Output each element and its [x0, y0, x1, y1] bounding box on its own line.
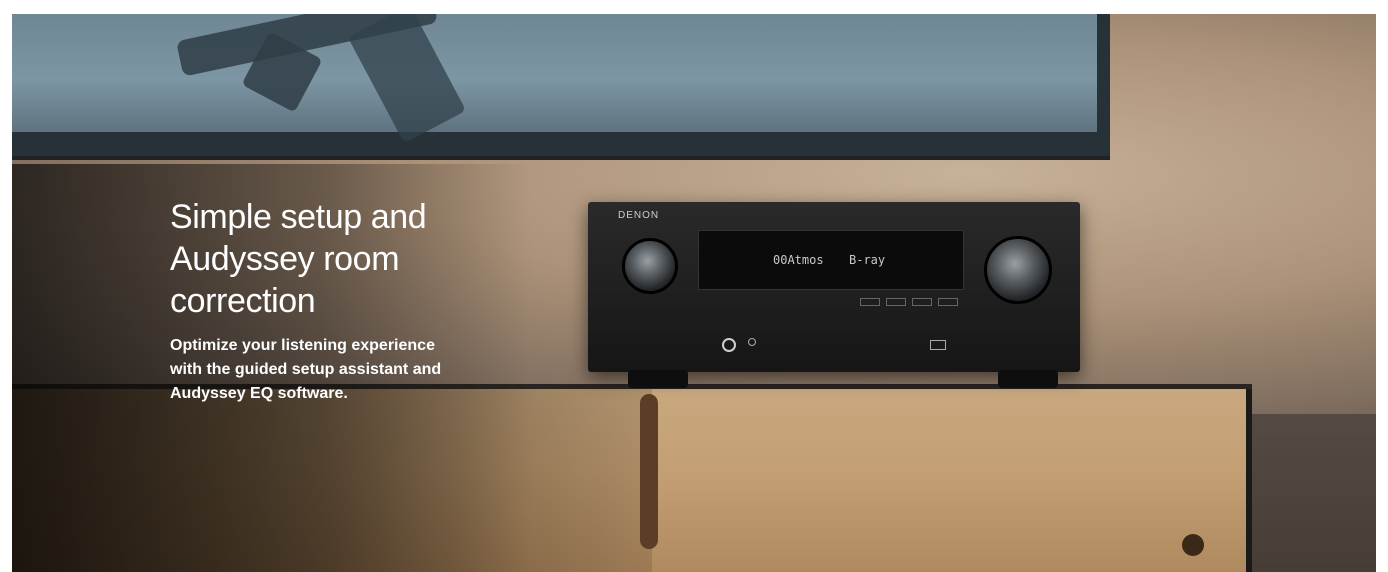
- button-row: [700, 298, 962, 308]
- tv-screen: [12, 14, 1097, 132]
- hero-image: DENON 00Atmos B-ray Simple setup and Aud…: [12, 14, 1376, 572]
- front-button: [886, 298, 906, 306]
- power-button-icon: [722, 338, 736, 352]
- cabinet-door-seam: [640, 394, 658, 549]
- front-button: [938, 298, 958, 306]
- receiver-foot: [998, 370, 1058, 388]
- av-receiver: DENON 00Atmos B-ray: [588, 202, 1080, 388]
- source-select-knob: [622, 238, 678, 294]
- display-text-format: 00Atmos: [773, 253, 824, 267]
- banner-headline: Simple setup and Audyssey room correctio…: [170, 198, 427, 320]
- receiver-display: 00Atmos B-ray: [698, 230, 964, 290]
- volume-knob: [984, 236, 1052, 304]
- setup-mic-jack-icon: [748, 338, 756, 346]
- usb-port-icon: [930, 340, 946, 350]
- front-button: [912, 298, 932, 306]
- receiver-brand: DENON: [618, 210, 660, 221]
- display-text-source: B-ray: [849, 253, 886, 267]
- receiver-foot: [628, 370, 688, 388]
- banner-body-text: Optimize your listening experience with …: [170, 337, 442, 402]
- front-button: [860, 298, 880, 306]
- television: [12, 14, 1110, 160]
- wood-knot: [1182, 534, 1204, 556]
